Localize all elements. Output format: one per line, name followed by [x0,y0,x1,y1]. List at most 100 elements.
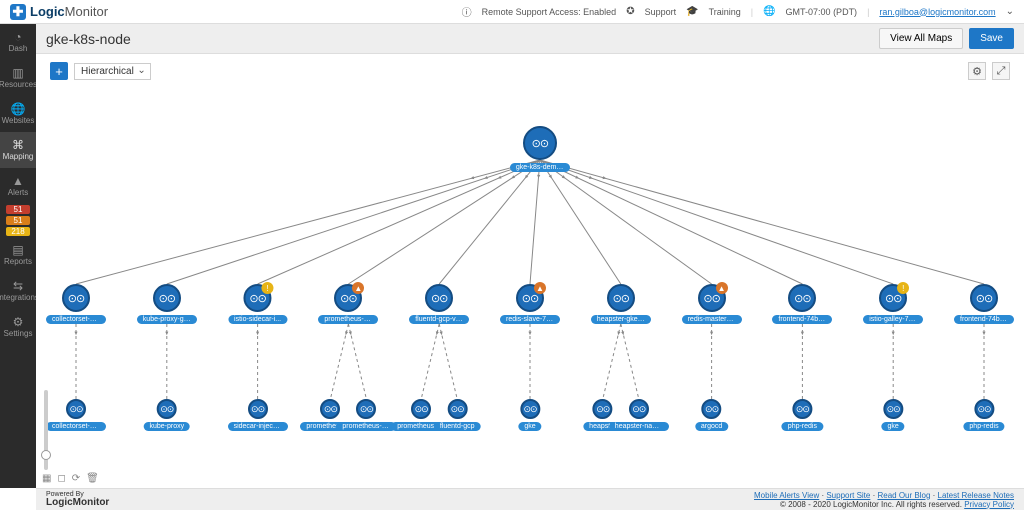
sidebar-item-integrations[interactable]: ⇆Integrations [0,273,36,309]
sidebar-item-resources[interactable]: ▥Resources [0,60,36,96]
node-glyph-icon: ⊙⊙ [796,404,809,415]
graph-node[interactable]: ⊙⊙prometheus-to-s... [336,399,396,431]
training-link[interactable]: Training [709,7,741,17]
node-glyph-icon: ⊙⊙ [977,404,990,415]
graph-node[interactable]: ⊙⊙gke [882,399,905,431]
error-badge-icon: ▲ [534,282,546,294]
node-label: prometheus-to-s... [336,422,396,431]
graph-node[interactable]: ⊙⊙▲prometheus-to-s... [318,284,378,324]
graph-node[interactable]: ⊙⊙!istio-galley-78... [863,284,923,324]
support-icon: ✪ [626,6,634,17]
mini-rect-icon[interactable]: ◻ [57,473,65,484]
sidebar-item-label: Alerts [8,188,28,197]
node-glyph-icon: ⊙⊙ [523,404,536,415]
node-glyph-icon: ⊙⊙ [69,404,82,415]
user-email-link[interactable]: ran.gilboa@logicmonitor.com [879,7,995,17]
graph-node[interactable]: ⊙⊙collectorset-co... [46,284,106,324]
alerts-icon: ▲ [12,175,24,187]
sidebar-item-label: Settings [4,329,33,338]
sidebar-item-dash[interactable]: ◔Dash [0,24,36,60]
footer-link[interactable]: Mobile Alerts View [754,491,819,500]
graph-node[interactable]: ⊙⊙ collectorset-co... [46,399,106,431]
sidebar-item-mapping[interactable]: ⌘Mapping [0,132,36,168]
node-label: istio-galley-78... [863,315,923,324]
node-glyph-icon: ⊙⊙ [415,404,428,415]
node-label: heapster-gke-78... [591,315,651,324]
node-label: istio-sidecar-i... [228,315,287,324]
save-button[interactable]: Save [969,28,1014,49]
sidebar-item-settings[interactable]: ⚙Settings [0,309,36,345]
sidebar-item-reports[interactable]: ▤Reports [0,237,36,273]
graph-node[interactable]: ⊙⊙fluentd-gcp [434,399,481,431]
zoom-slider[interactable] [44,390,48,470]
page-title: gke-k8s-node [46,31,131,47]
node-bubble: ⊙⊙ [788,284,816,312]
globe-icon: 🌐 [763,6,775,17]
footer: Powered By LogicMonitor Mobile Alerts Vi… [36,488,1024,510]
graph-node[interactable]: ⊙⊙kube-proxy-gke-... [137,284,197,324]
map-canvas[interactable]: + Hierarchical ⚙ ⤢ ⊙⊙gke-k8s-demo-de...⊙… [36,54,1024,488]
node-glyph-icon: ⊙⊙ [324,404,337,415]
top-bar: ✚ LogicMonitor ⓘ Remote Support Access: … [0,0,1024,24]
graph-node[interactable]: ⊙⊙heapster-gke-78... [591,284,651,324]
node-label: fluentd-gcp-v3.... [409,315,469,324]
training-icon: 🎓 [686,6,698,17]
footer-powered: Powered By LogicMonitor [46,491,109,508]
graph-node[interactable]: ⊙⊙▲redis-slave-7dc... [500,284,560,324]
footer-copyright: © 2008 - 2020 LogicMonitor Inc. All righ… [780,500,962,509]
footer-link[interactable]: Support Site [826,491,870,500]
reports-icon: ▤ [12,244,23,256]
page-header: gke-k8s-node View All Maps Save [36,24,1024,54]
mini-refresh-icon[interactable]: ⟳ [72,473,80,484]
mini-grid-icon[interactable]: ▦ [42,473,51,484]
sidebar-item-alerts[interactable]: ▲Alerts [0,168,36,204]
mini-delete-icon[interactable]: 🗑 [86,473,99,484]
graph-node[interactable]: ⊙⊙ argocd [695,399,728,431]
view-all-maps-button[interactable]: View All Maps [879,28,963,49]
node-glyph-icon: ⊙⊙ [68,292,84,305]
alert-badge[interactable]: 51 [6,205,30,214]
node-label: frontend-74b466... [954,315,1014,324]
resources-icon: ▥ [12,67,23,79]
node-label: argocd [695,422,728,431]
zoom-slider-thumb[interactable] [41,450,51,460]
node-glyph-icon: ⊙⊙ [887,404,900,415]
sidebar-item-label: Integrations [0,293,39,302]
node-bubble: ⊙⊙ [425,284,453,312]
node-label: collectorset-co... [46,422,106,431]
alert-badge[interactable]: 218 [6,227,30,236]
graph-node[interactable]: ⊙⊙frontend-74b466... [772,284,832,324]
graph-node[interactable]: ⊙⊙!istio-sidecar-i... [228,284,287,324]
footer-privacy-link[interactable]: Privacy Policy [964,500,1014,509]
timezone-label[interactable]: GMT-07:00 (PDT) [786,7,858,17]
footer-link[interactable]: Latest Release Notes [938,491,1015,500]
node-bubble: ⊙⊙ [411,399,431,419]
graph-node[interactable]: ⊙⊙▲redis-master-6f... [682,284,742,324]
graph-node[interactable]: ⊙⊙gke-k8s-demo-de... [510,126,570,172]
node-bubble: ⊙⊙ [520,399,540,419]
node-glyph-icon: ⊙⊙ [251,404,264,415]
node-glyph-icon: ⊙⊙ [451,404,464,415]
user-menu-chevron-icon[interactable]: ⌄ [1006,6,1014,17]
graph-node[interactable]: ⊙⊙ sidecar-injecto... [228,399,288,431]
graph-node[interactable]: ⊙⊙php-redis [782,399,823,431]
sidebar-item-websites[interactable]: 🌐Websites [0,96,36,132]
graph-node[interactable]: ⊙⊙heapster-nanny [609,399,669,431]
graph-node[interactable]: ⊙⊙ fluentd-gcp-v3.... [409,284,469,324]
footer-link[interactable]: Read Our Blog [877,491,930,500]
alert-badge[interactable]: 51 [6,216,30,225]
graph-node[interactable]: ⊙⊙php-redis [963,399,1004,431]
node-label: sidecar-injecto... [228,422,288,431]
footer-brand: LogicMonitor [46,498,109,508]
graph-node[interactable]: ⊙⊙gke [518,399,541,431]
warning-badge-icon: ! [262,282,274,294]
node-glyph-icon: ⊙⊙ [340,292,356,305]
brand-logo-icon: ✚ [10,4,26,20]
node-bubble: ⊙⊙ [792,399,812,419]
node-label: kube-proxy [143,422,190,431]
brand: ✚ LogicMonitor [10,4,108,20]
graph-node[interactable]: ⊙⊙frontend-74b466... [954,284,1014,324]
graph-node[interactable]: ⊙⊙kube-proxy [143,399,190,431]
support-link[interactable]: Support [645,7,677,17]
node-glyph-icon: ⊙⊙ [705,404,718,415]
